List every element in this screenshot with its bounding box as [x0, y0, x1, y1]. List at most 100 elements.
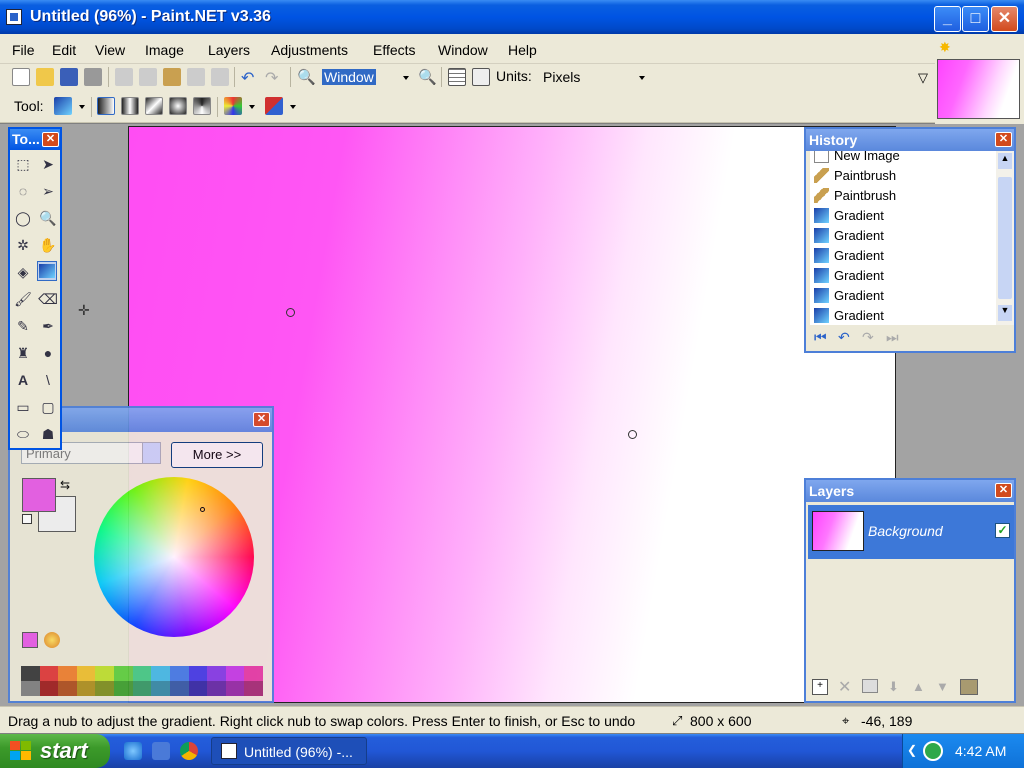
palette-swatch[interactable] [114, 666, 133, 681]
taskbar-item-paintnet[interactable]: Untitled (96%) -... [211, 737, 367, 765]
start-button[interactable]: start [0, 734, 110, 768]
menu-view[interactable]: View [95, 42, 125, 58]
line-curve-icon[interactable]: \ [38, 370, 58, 390]
chevron-down-icon[interactable] [249, 105, 255, 109]
layer-row[interactable]: Background ✓ [808, 505, 1014, 559]
palette-swatch[interactable] [58, 666, 77, 681]
palette-swatch[interactable] [132, 681, 152, 696]
rectangle-select-icon[interactable]: ⬚ [13, 154, 33, 174]
minimize-button[interactable]: _ [934, 6, 961, 32]
rounded-rectangle-icon[interactable]: ▢ [38, 397, 58, 417]
palette-swatch[interactable] [188, 666, 208, 681]
crop-icon[interactable] [187, 68, 205, 86]
menu-layers[interactable]: Layers [208, 42, 250, 58]
palette-swatch[interactable] [58, 681, 77, 696]
undo-icon[interactable]: ↶ [241, 68, 259, 87]
linear-gradient-icon[interactable] [97, 97, 115, 115]
chrome-icon[interactable] [180, 742, 198, 760]
paintbrush-icon[interactable]: 🖌 [13, 289, 33, 309]
zoom-tool-icon[interactable]: 🔍 [38, 208, 58, 228]
palette-swatch[interactable] [169, 666, 189, 681]
chevron-down-icon[interactable] [639, 76, 645, 80]
rectangle-tool-icon[interactable]: ▭ [13, 397, 33, 417]
more-button[interactable]: More >> [171, 442, 263, 468]
palette-swatch[interactable] [114, 681, 133, 696]
deselect-icon[interactable] [211, 68, 229, 86]
move-layer-up-icon[interactable]: ▲ [912, 679, 925, 694]
history-item[interactable]: Paintbrush [814, 185, 994, 205]
zoom-out-icon[interactable]: 🔍 [297, 68, 316, 86]
image-thumbnail[interactable] [937, 59, 1020, 119]
print-icon[interactable] [84, 68, 102, 86]
scroll-down-icon[interactable]: ▼ [998, 305, 1012, 321]
scroll-thumb[interactable] [998, 177, 1012, 299]
chevron-down-icon[interactable] [142, 443, 160, 463]
palette-swatch[interactable] [207, 666, 226, 681]
palette-swatch[interactable] [207, 681, 226, 696]
menu-effects[interactable]: Effects [373, 42, 416, 58]
palette-swatch[interactable] [244, 666, 263, 681]
units-dropdown[interactable]: Pixels [538, 66, 650, 88]
new-file-icon[interactable] [12, 68, 30, 86]
palette-swatch[interactable] [225, 666, 245, 681]
text-tool-icon[interactable]: A [13, 370, 33, 390]
zoom-dropdown[interactable]: Window [321, 67, 413, 87]
menu-window[interactable]: Window [438, 42, 488, 58]
redo-icon[interactable]: ↷ [862, 329, 874, 346]
linear-reflected-gradient-icon[interactable] [121, 97, 139, 115]
scroll-up-icon[interactable]: ▲ [998, 153, 1012, 169]
palette-swatch[interactable] [151, 681, 170, 696]
tray-expand-icon[interactable]: ❮ [907, 743, 917, 757]
undo-icon[interactable]: ↶ [838, 329, 850, 346]
duplicate-layer-icon[interactable] [862, 679, 878, 693]
add-layer-icon[interactable]: + [812, 679, 828, 695]
history-item[interactable]: New Image [814, 151, 994, 165]
palette-swatch[interactable] [225, 681, 245, 696]
copy-icon[interactable] [139, 68, 157, 86]
add-to-palette-icon[interactable] [22, 632, 38, 648]
palette-swatch[interactable] [95, 681, 115, 696]
history-title[interactable]: History [806, 129, 1014, 151]
ellipse-select-icon[interactable]: ◯ [13, 208, 33, 228]
palette-swatch[interactable] [95, 666, 115, 681]
ellipse-tool-icon[interactable]: ⬭ [13, 424, 33, 444]
history-item[interactable]: Gradient [814, 305, 994, 325]
palette-swatch[interactable] [39, 666, 59, 681]
eraser-icon[interactable]: ⌫ [38, 289, 58, 309]
pencil-icon[interactable]: ✎ [13, 316, 33, 336]
history-item[interactable]: Gradient [814, 225, 994, 245]
palette-swatch[interactable] [188, 681, 208, 696]
menu-adjustments[interactable]: Adjustments [271, 42, 348, 58]
paste-icon[interactable] [163, 68, 181, 86]
palette-swatch[interactable] [76, 666, 96, 681]
palette-swatch[interactable] [151, 666, 170, 681]
chevron-down-icon[interactable] [403, 76, 409, 80]
layers-title[interactable]: Layers [806, 480, 1014, 502]
recolor-icon[interactable]: ● [38, 343, 58, 363]
paintnet-app-icon[interactable] [6, 9, 22, 25]
layer-properties-icon[interactable] [960, 679, 978, 695]
radial-gradient-icon[interactable] [169, 97, 187, 115]
history-item[interactable]: Gradient [814, 245, 994, 265]
palette-swatch[interactable] [21, 681, 40, 696]
history-close-button[interactable]: ✕ [995, 132, 1012, 147]
history-item[interactable]: Gradient [814, 265, 994, 285]
zoom-in-icon[interactable]: 🔍 [418, 68, 437, 86]
cut-icon[interactable] [115, 68, 133, 86]
primary-color-swatch[interactable] [22, 478, 56, 512]
blend-mode-icon[interactable] [265, 97, 283, 115]
open-folder-icon[interactable] [36, 68, 54, 86]
color-wheel-marker[interactable] [200, 507, 205, 512]
menu-image[interactable]: Image [145, 42, 184, 58]
redo-icon[interactable]: ↷ [265, 68, 283, 87]
windows-explorer-icon[interactable] [152, 742, 170, 760]
chevron-down-icon[interactable] [79, 105, 85, 109]
fast-forward-icon[interactable]: ⏭ [886, 329, 899, 346]
paint-bucket-icon[interactable]: ◈ [13, 262, 33, 282]
conical-gradient-icon[interactable] [193, 97, 211, 115]
internet-explorer-icon[interactable] [124, 742, 142, 760]
palette-swatch[interactable] [39, 681, 59, 696]
toolbar-overflow-icon[interactable]: ▽ [918, 70, 928, 86]
color-mode-icon[interactable] [224, 97, 242, 115]
close-button[interactable]: ✕ [991, 6, 1018, 32]
